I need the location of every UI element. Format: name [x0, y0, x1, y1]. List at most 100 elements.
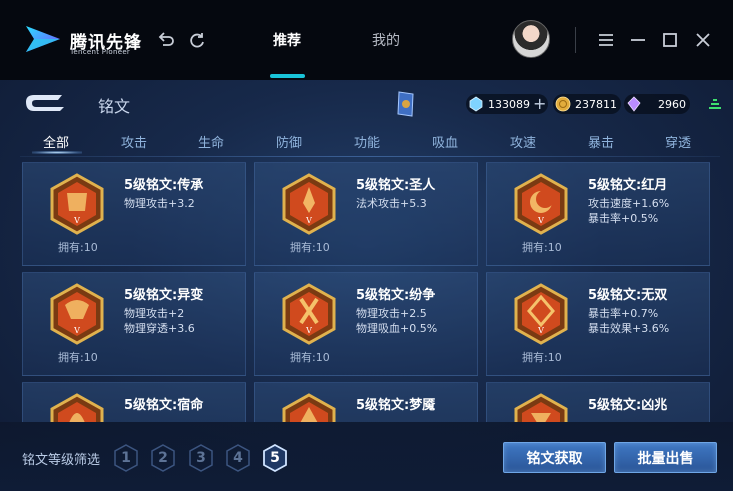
emblem-level: V	[73, 326, 80, 335]
user-avatar[interactable]	[512, 20, 550, 58]
category-divider	[20, 156, 720, 157]
card-stat: 物理吸血+0.5%	[356, 322, 438, 335]
diamond-value: 133089	[488, 97, 530, 111]
gold-value: 237811	[575, 97, 617, 111]
card-name: 5级铭文:圣人	[356, 178, 436, 193]
gold-counter: 237811	[553, 94, 621, 114]
inscription-emblem-icon: V	[514, 173, 568, 235]
inscription-card[interactable]: V 5级铭文:红月 攻击速度+1.6% 暴击率+0.5% 拥有:10	[486, 162, 710, 266]
tab-attack[interactable]: 攻击	[114, 132, 154, 151]
tab-all[interactable]: 全部	[36, 132, 76, 151]
wifi-signal-icon	[709, 99, 721, 109]
emblem-level: V	[537, 216, 544, 225]
level-number: 4	[233, 450, 243, 466]
inscription-card-icon[interactable]	[396, 90, 416, 118]
page-title: 铭文	[98, 97, 131, 116]
level-filter-5[interactable]: 5	[262, 443, 288, 473]
diamond-icon	[469, 96, 483, 112]
inscription-card[interactable]: V 5级铭文:异变 物理攻击+2 物理穿透+3.6 拥有:10	[22, 272, 246, 376]
inscription-emblem-icon: V	[50, 283, 104, 345]
inscription-card[interactable]: V 5级铭文:传承 物理攻击+3.2 拥有:10	[22, 162, 246, 266]
minimize-icon[interactable]	[628, 30, 648, 50]
inscription-emblem-icon: V	[514, 283, 568, 345]
category-tabs: 全部 攻击 生命 防御 功能 吸血 攻速 暴击 穿透	[0, 128, 733, 156]
card-name: 5级铭文:宿命	[124, 398, 204, 413]
inscription-card[interactable]: V 5级铭文:纷争 物理攻击+2.5 物理吸血+0.5% 拥有:10	[254, 272, 478, 376]
card-stat: 物理攻击+2	[124, 307, 185, 320]
level-filter-label: 铭文等级筛选	[22, 453, 101, 468]
tab-mine[interactable]: 我的	[372, 30, 400, 50]
active-tab-indicator	[270, 74, 305, 78]
titlebar-divider	[575, 27, 576, 53]
level-number: 1	[121, 450, 131, 466]
emblem-level: V	[305, 216, 312, 225]
card-name: 5级铭文:无双	[588, 288, 668, 303]
card-stat: 攻击速度+1.6%	[588, 197, 670, 210]
category-active-indicator	[32, 151, 82, 154]
refresh-icon[interactable]	[187, 30, 207, 50]
card-stat: 物理攻击+3.2	[124, 197, 195, 210]
emblem-level: V	[73, 216, 80, 225]
game-panel: 铭文 133089 + 237811 2960 全部 攻击 生命 防御 功能 吸…	[0, 80, 733, 491]
maximize-icon[interactable]	[660, 30, 680, 50]
inscription-emblem-icon	[514, 393, 568, 422]
card-owned: 拥有:10	[58, 241, 98, 254]
level-filter-4[interactable]: 4	[225, 444, 251, 472]
crystal-counter: 2960	[624, 94, 690, 114]
app-titlebar: 腾讯先锋 Tencent Pioneer 推荐 我的	[0, 0, 733, 80]
level-number: 3	[196, 450, 206, 466]
inscription-emblem-icon	[50, 393, 104, 422]
close-icon[interactable]	[693, 30, 713, 50]
inscription-card[interactable]: V 5级铭文:无双 暴击率+0.7% 暴击效果+3.6% 拥有:10	[486, 272, 710, 376]
inscription-emblem-icon: V	[282, 173, 336, 235]
card-stat: 法术攻击+5.3	[356, 197, 427, 210]
menu-icon[interactable]	[596, 30, 616, 50]
card-name: 5级铭文:梦魇	[356, 398, 436, 413]
card-stat: 暴击率+0.5%	[588, 212, 659, 225]
card-stat: 暴击率+0.7%	[588, 307, 659, 320]
get-inscription-button[interactable]: 铭文获取	[503, 442, 606, 473]
gold-coin-icon	[555, 96, 571, 112]
tab-penetration[interactable]: 穿透	[658, 132, 698, 151]
card-stat: 物理攻击+2.5	[356, 307, 427, 320]
level-filter-3[interactable]: 3	[188, 444, 214, 472]
tencent-pioneer-logo	[26, 26, 60, 52]
diamond-counter: 133089 +	[466, 94, 548, 114]
tab-defense[interactable]: 防御	[269, 132, 309, 151]
inscription-card[interactable]: 5级铭文:梦魇	[254, 382, 478, 422]
inscription-emblem-icon	[282, 393, 336, 422]
inscription-card[interactable]: V 5级铭文:圣人 法术攻击+5.3 拥有:10	[254, 162, 478, 266]
card-stat: 物理穿透+3.6	[124, 322, 195, 335]
inscription-grid: V 5级铭文:传承 物理攻击+3.2 拥有:10 V 5级铭文:圣人 法术攻击+…	[0, 160, 733, 422]
card-owned: 拥有:10	[290, 351, 330, 364]
tab-recommend[interactable]: 推荐	[273, 30, 301, 50]
level-number: 2	[158, 450, 168, 466]
level-number: 5	[270, 450, 280, 466]
tab-utility[interactable]: 功能	[347, 132, 387, 151]
level-filter-2[interactable]: 2	[150, 444, 176, 472]
card-name: 5级铭文:传承	[124, 178, 204, 193]
card-stat: 暴击效果+3.6%	[588, 322, 670, 335]
tab-lifesteal[interactable]: 吸血	[425, 132, 465, 151]
crystal-value: 2960	[658, 97, 686, 111]
inscription-emblem-icon: V	[50, 173, 104, 235]
card-name: 5级铭文:纷争	[356, 288, 436, 303]
card-name: 5级铭文:红月	[588, 178, 668, 193]
card-name: 5级铭文:凶兆	[588, 398, 668, 413]
brand-subtitle: Tencent Pioneer	[70, 48, 131, 56]
inscription-card[interactable]: 5级铭文:凶兆	[486, 382, 710, 422]
bulk-sell-button[interactable]: 批量出售	[614, 442, 717, 473]
add-diamond-button[interactable]: +	[533, 96, 546, 112]
card-name: 5级铭文:异变	[124, 288, 204, 303]
tab-crit[interactable]: 暴击	[581, 132, 621, 151]
back-button-icon[interactable]	[22, 91, 68, 113]
level-filter-1[interactable]: 1	[113, 444, 139, 472]
card-owned: 拥有:10	[58, 351, 98, 364]
inscription-card[interactable]: 5级铭文:宿命	[22, 382, 246, 422]
tab-attack-speed[interactable]: 攻速	[503, 132, 543, 151]
emblem-level: V	[305, 326, 312, 335]
emblem-level: V	[537, 326, 544, 335]
card-owned: 拥有:10	[522, 351, 562, 364]
tab-health[interactable]: 生命	[191, 132, 231, 151]
back-arrow-icon[interactable]	[156, 30, 176, 50]
